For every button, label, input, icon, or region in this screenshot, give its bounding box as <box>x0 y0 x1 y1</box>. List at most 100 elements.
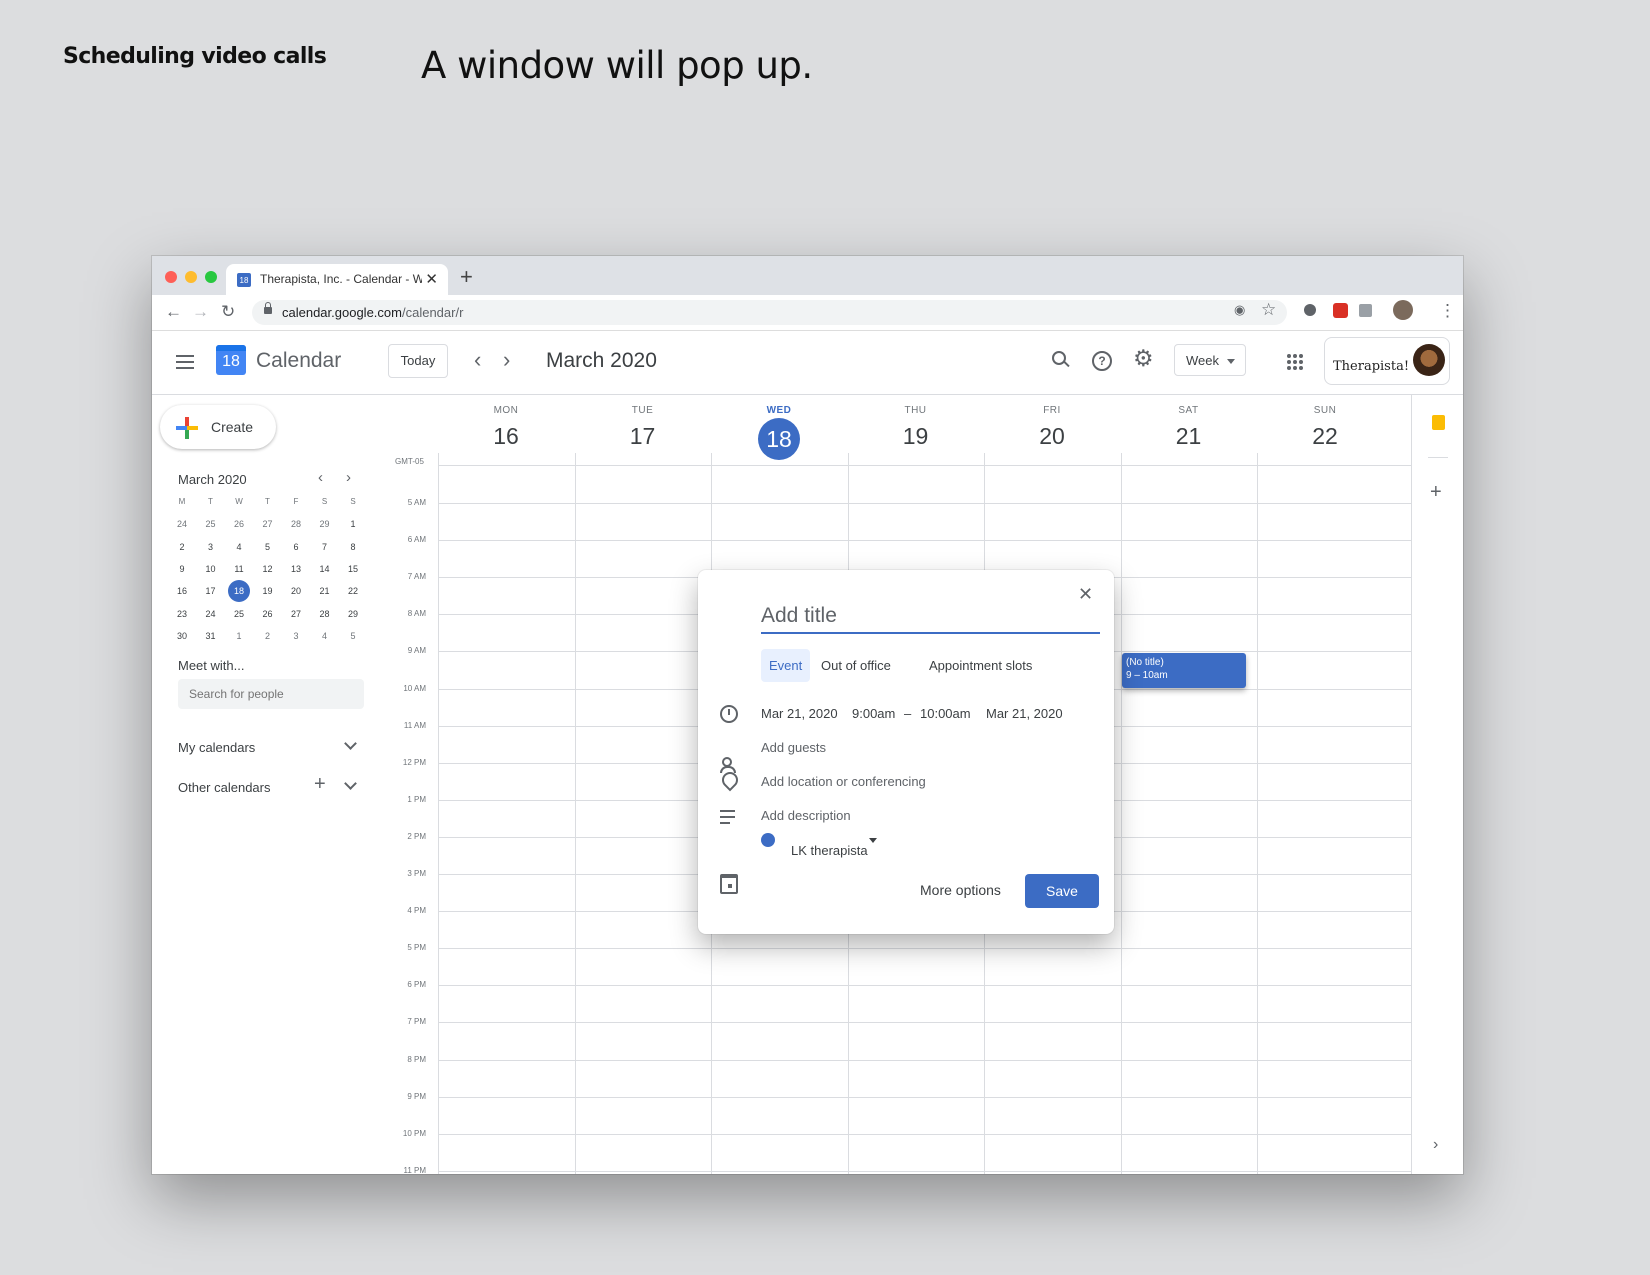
settings-gear-icon[interactable]: ⚙ <box>1133 345 1154 372</box>
search-people-input[interactable] <box>178 679 364 709</box>
mini-calendar-day[interactable]: 12 <box>256 558 280 580</box>
mini-calendar-day[interactable]: 31 <box>199 625 223 647</box>
tab-event[interactable]: Event <box>761 649 811 682</box>
mini-calendar-day[interactable]: 4 <box>313 625 337 647</box>
mini-calendar-day[interactable]: 24 <box>199 603 223 625</box>
mini-calendar-day[interactable]: 1 <box>341 513 365 535</box>
day-number[interactable]: 19 <box>848 423 984 450</box>
keep-icon[interactable] <box>1432 415 1445 430</box>
end-time[interactable]: 10:00am <box>920 706 971 721</box>
my-calendars-chevron-icon[interactable] <box>344 737 357 750</box>
add-other-calendar-icon[interactable]: + <box>314 773 326 796</box>
mini-calendar-day[interactable]: 21 <box>313 580 337 602</box>
mini-calendar-day[interactable]: 22 <box>341 580 365 602</box>
profile-avatar-icon[interactable] <box>1393 300 1413 320</box>
day-header-sun[interactable]: SUN 22 <box>1257 405 1393 450</box>
reload-icon[interactable]: ↻ <box>221 302 235 322</box>
today-button[interactable]: Today <box>388 344 448 378</box>
mini-calendar-day[interactable]: 27 <box>256 513 280 535</box>
mini-calendar-day[interactable]: 7 <box>313 536 337 558</box>
mini-calendar-day[interactable]: 2 <box>256 625 280 647</box>
mini-calendar-day[interactable]: 17 <box>199 580 223 602</box>
mini-calendar-day[interactable]: 28 <box>284 513 308 535</box>
mini-calendar-day[interactable]: 29 <box>341 603 365 625</box>
mini-calendar-day[interactable]: 5 <box>256 536 280 558</box>
view-selector[interactable]: Week <box>1174 344 1246 376</box>
mini-calendar-day[interactable]: 29 <box>313 513 337 535</box>
mini-calendar-day[interactable]: 6 <box>284 536 308 558</box>
mini-next-month-icon[interactable]: › <box>346 469 351 486</box>
mini-calendar-day[interactable]: 5 <box>341 625 365 647</box>
mini-calendar-day[interactable]: 23 <box>170 603 194 625</box>
start-date[interactable]: Mar 21, 2020 <box>761 706 838 721</box>
search-icon[interactable] <box>1052 351 1070 369</box>
save-button[interactable]: Save <box>1025 874 1099 908</box>
create-button[interactable]: Create <box>160 405 276 449</box>
minimize-window-icon[interactable] <box>185 271 197 283</box>
mini-calendar-day[interactable]: 8 <box>341 536 365 558</box>
mini-calendar-day[interactable]: 19 <box>256 580 280 602</box>
end-date[interactable]: Mar 21, 2020 <box>986 706 1063 721</box>
calendar-selector[interactable]: LK therapista <box>791 843 868 858</box>
tab-appointment-slots[interactable]: Appointment slots <box>929 649 1032 682</box>
mini-calendar-day[interactable]: 3 <box>284 625 308 647</box>
mini-calendar-day[interactable]: 9 <box>170 558 194 580</box>
get-addons-plus-icon[interactable]: + <box>1430 481 1442 504</box>
day-header-tue[interactable]: TUE 17 <box>575 405 711 450</box>
address-bar[interactable]: calendar.google.com/calendar/r ◉ ☆ <box>252 300 1287 325</box>
new-tab-icon[interactable]: + <box>460 264 473 290</box>
day-number[interactable]: 21 <box>1121 423 1257 450</box>
maximize-window-icon[interactable] <box>205 271 217 283</box>
mini-calendar-day[interactable]: 24 <box>170 513 194 535</box>
eye-icon[interactable]: ◉ <box>1234 302 1245 318</box>
start-time[interactable]: 9:00am <box>852 706 895 721</box>
mini-calendar-day[interactable]: 25 <box>227 603 251 625</box>
mini-calendar-day[interactable]: 18 <box>228 580 250 603</box>
extension-red-icon[interactable] <box>1333 303 1348 318</box>
tab-close-icon[interactable]: ✕ <box>425 270 438 288</box>
mini-calendar-day[interactable]: 11 <box>227 558 251 580</box>
chevron-down-icon[interactable] <box>869 838 877 843</box>
day-number[interactable]: 22 <box>1257 423 1393 450</box>
more-options-button[interactable]: More options <box>920 882 1001 898</box>
forward-icon[interactable]: → <box>192 302 209 322</box>
mini-calendar-day[interactable]: 4 <box>227 536 251 558</box>
day-header-wed[interactable]: WED 18 <box>711 405 847 460</box>
mini-calendar-day[interactable]: 26 <box>227 513 251 535</box>
day-header-mon[interactable]: MON 16 <box>438 405 574 450</box>
apps-grid-icon[interactable] <box>1287 354 1303 370</box>
add-location-field[interactable]: Add location or conferencing <box>761 774 926 789</box>
browser-menu-icon[interactable]: ⋮ <box>1439 301 1456 321</box>
tab-out-of-office[interactable]: Out of office <box>821 649 891 682</box>
close-window-icon[interactable] <box>165 271 177 283</box>
avatar[interactable] <box>1413 344 1445 376</box>
draft-event-chip[interactable]: (No title) 9 – 10am <box>1122 653 1246 688</box>
mini-calendar-day[interactable]: 28 <box>313 603 337 625</box>
day-number[interactable]: 17 <box>575 423 711 450</box>
previous-week-icon[interactable]: ‹ <box>474 347 481 373</box>
expand-panel-chevron-icon[interactable]: › <box>1433 1136 1438 1154</box>
mini-calendar-day[interactable]: 26 <box>256 603 280 625</box>
day-header-thu[interactable]: THU 19 <box>848 405 984 450</box>
mini-calendar-day[interactable]: 2 <box>170 536 194 558</box>
account-switcher[interactable]: Therapista! <box>1324 337 1450 385</box>
add-description-field[interactable]: Add description <box>761 808 851 823</box>
day-number[interactable]: 20 <box>984 423 1120 450</box>
mini-prev-month-icon[interactable]: ‹ <box>318 469 323 486</box>
mini-calendar-day[interactable]: 15 <box>341 558 365 580</box>
mini-calendar-day[interactable]: 16 <box>170 580 194 602</box>
day-header-sat[interactable]: SAT 21 <box>1121 405 1257 450</box>
add-guests-field[interactable]: Add guests <box>761 740 826 755</box>
mini-calendar-day[interactable]: 1 <box>227 625 251 647</box>
mini-calendar-day[interactable]: 27 <box>284 603 308 625</box>
other-calendars-toggle[interactable]: Other calendars <box>178 780 271 795</box>
browser-tab[interactable]: 18 Therapista, Inc. - Calendar - Week ✕ <box>226 264 448 295</box>
other-calendars-chevron-icon[interactable] <box>344 777 357 790</box>
mini-calendar-day[interactable]: 14 <box>313 558 337 580</box>
main-menu-icon[interactable] <box>176 355 194 369</box>
day-header-fri[interactable]: FRI 20 <box>984 405 1120 450</box>
mini-calendar-day[interactable]: 20 <box>284 580 308 602</box>
extension-gray-icon[interactable] <box>1359 304 1372 317</box>
help-icon[interactable]: ? <box>1092 351 1112 371</box>
day-number[interactable]: 18 <box>758 418 800 460</box>
